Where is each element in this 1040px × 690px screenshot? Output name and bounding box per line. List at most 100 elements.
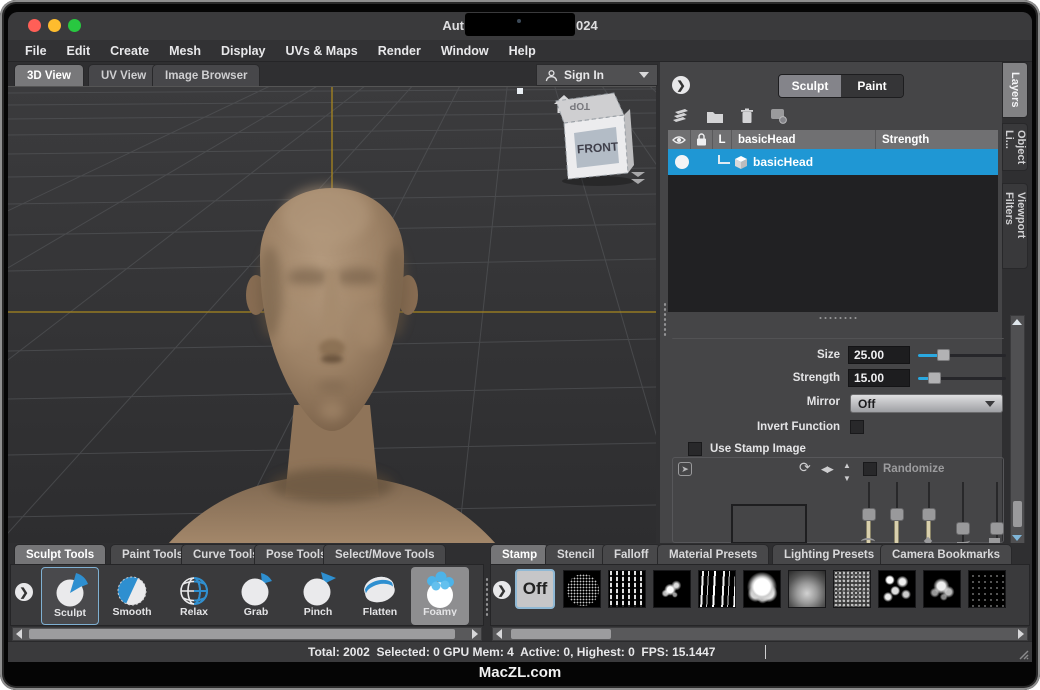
tool-pinch[interactable]: Pinch bbox=[289, 567, 347, 625]
blob-large-stamp[interactable] bbox=[743, 570, 781, 608]
layers-list-area[interactable] bbox=[668, 175, 998, 312]
layers-header-row[interactable]: L basicHead Strength bbox=[668, 130, 998, 149]
left-tray-scrollbar[interactable] bbox=[12, 627, 482, 641]
panel-expand-button[interactable]: ❯ bbox=[672, 76, 690, 94]
lock-column-label: L bbox=[713, 134, 731, 146]
tray-expand-button[interactable]: ❯ bbox=[15, 583, 33, 601]
randomize-checkbox[interactable] bbox=[863, 462, 877, 476]
tab-object-list-panel[interactable]: Object Li... bbox=[1002, 123, 1028, 171]
invert-function-label: Invert Function bbox=[720, 421, 840, 433]
tab-stencil[interactable]: Stencil bbox=[545, 544, 607, 564]
trash-icon[interactable] bbox=[740, 108, 754, 124]
tab-sculpt-mode[interactable]: Sculpt bbox=[779, 75, 841, 97]
flip-horizontal-icon[interactable]: ◀▶ bbox=[821, 463, 833, 476]
layer-visibility-dot[interactable] bbox=[675, 155, 689, 169]
tab-camera-bookmarks[interactable]: Camera Bookmarks bbox=[880, 544, 1012, 564]
sculpt-paint-switch: Sculpt Paint bbox=[778, 74, 904, 98]
panel-edge-handle[interactable] bbox=[663, 302, 667, 336]
panel-splitter-handle[interactable] bbox=[818, 316, 858, 320]
menu-window[interactable]: Window bbox=[441, 44, 489, 58]
tab-image-browser[interactable]: Image Browser bbox=[152, 64, 260, 86]
noise-fine-stamp[interactable] bbox=[833, 570, 871, 608]
speckle-circle-stamp[interactable] bbox=[563, 570, 601, 608]
tab-paint-mode[interactable]: Paint bbox=[841, 75, 903, 97]
viewport-3d[interactable]: TOP FRONT bbox=[8, 86, 656, 543]
menu-uvs-maps[interactable]: UVs & Maps bbox=[286, 44, 358, 58]
tab-uv-view[interactable]: UV View bbox=[88, 64, 159, 86]
relax-tool-icon bbox=[174, 570, 214, 610]
tab-layers-panel[interactable]: Layers bbox=[1002, 62, 1028, 118]
resize-grip-icon[interactable] bbox=[1017, 648, 1029, 660]
strength-value-field[interactable]: 15.00 bbox=[848, 369, 910, 387]
splatter-medium-stamp[interactable] bbox=[923, 570, 961, 608]
mirror-dropdown[interactable]: Off bbox=[850, 394, 1003, 413]
merge-layer-icon[interactable] bbox=[770, 108, 789, 124]
menu-edit[interactable]: Edit bbox=[67, 44, 91, 58]
menu-help[interactable]: Help bbox=[509, 44, 536, 58]
scroll-right-icon[interactable] bbox=[472, 629, 478, 639]
invert-function-checkbox[interactable] bbox=[850, 420, 864, 434]
tool-flatten[interactable]: Flatten bbox=[351, 567, 409, 625]
tab-material-presets[interactable]: Material Presets bbox=[657, 544, 769, 564]
tab-viewport-filters-panel[interactable]: Viewport Filters bbox=[1002, 183, 1028, 269]
right-tray-scrollbar[interactable] bbox=[492, 627, 1028, 641]
menu-render[interactable]: Render bbox=[378, 44, 421, 58]
soft-gradient-stamp[interactable] bbox=[788, 570, 826, 608]
flip-vertical-icon[interactable]: ▲▼ bbox=[843, 459, 851, 485]
rotate-stamp-icon[interactable]: ⟳ bbox=[799, 461, 811, 474]
layer-row-basichead[interactable]: basicHead bbox=[668, 149, 998, 175]
tool-smooth[interactable]: Smooth bbox=[103, 567, 161, 625]
tool-foamy[interactable]: Foamy bbox=[411, 567, 469, 625]
tool-sculpt[interactable]: Sculpt bbox=[41, 567, 99, 625]
menubar: File Edit Create Mesh Display UVs & Maps… bbox=[8, 40, 1032, 62]
viewcube-chevron-down-icon[interactable] bbox=[630, 171, 646, 186]
new-layer-icon[interactable] bbox=[672, 108, 690, 124]
random-position-slider[interactable] bbox=[921, 482, 937, 544]
scroll-up-icon[interactable] bbox=[1012, 319, 1022, 325]
scrollbar-thumb[interactable] bbox=[29, 629, 455, 639]
sculpt-tools-tray: ❯ Sculpt Smooth bbox=[10, 564, 484, 626]
splatter-small-stamp[interactable] bbox=[653, 570, 691, 608]
tab-sculpt-tools[interactable]: Sculpt Tools bbox=[14, 544, 106, 564]
properties-scrollbar[interactable] bbox=[1010, 315, 1025, 545]
tool-grab[interactable]: Grab bbox=[227, 567, 285, 625]
random-rotation-slider[interactable] bbox=[955, 482, 971, 544]
size-value-field[interactable]: 25.00 bbox=[848, 346, 910, 364]
tool-spray[interactable]: Spray bbox=[473, 567, 484, 625]
use-stamp-image-checkbox[interactable] bbox=[688, 442, 702, 456]
menu-file[interactable]: File bbox=[25, 44, 47, 58]
titlebar[interactable]: Aut024 bbox=[8, 12, 1032, 40]
tray-splitter-handle[interactable] bbox=[485, 577, 489, 617]
strength-slider[interactable] bbox=[918, 371, 1006, 385]
random-size-slider[interactable] bbox=[889, 482, 905, 544]
stamp-tray: ❯ Off bbox=[490, 564, 1030, 626]
menu-mesh[interactable]: Mesh bbox=[169, 44, 201, 58]
menu-display[interactable]: Display bbox=[221, 44, 265, 58]
scrollbar-thumb[interactable] bbox=[511, 629, 611, 639]
chunk-scatter-stamp[interactable] bbox=[878, 570, 916, 608]
tab-lighting-presets[interactable]: Lighting Presets bbox=[772, 544, 886, 564]
tab-stamp[interactable]: Stamp bbox=[490, 544, 549, 564]
scroll-right-icon[interactable] bbox=[1018, 629, 1024, 639]
tool-relax[interactable]: Relax bbox=[165, 567, 223, 625]
tab-3d-view[interactable]: 3D View bbox=[14, 64, 84, 86]
tab-falloff[interactable]: Falloff bbox=[602, 544, 661, 564]
speckle-sparse-stamp[interactable] bbox=[968, 570, 1006, 608]
plaid-grid-stamp[interactable] bbox=[608, 570, 646, 608]
size-slider[interactable] bbox=[918, 348, 1006, 362]
menu-create[interactable]: Create bbox=[110, 44, 149, 58]
scroll-left-icon[interactable] bbox=[496, 629, 502, 639]
sign-in-dropdown[interactable]: Sign In bbox=[536, 64, 658, 86]
import-image-icon[interactable]: ➤ bbox=[678, 462, 692, 476]
tray-expand-button[interactable]: ❯ bbox=[493, 581, 511, 599]
scroll-down-icon[interactable] bbox=[1012, 535, 1022, 541]
tab-select-move-tools[interactable]: Select/Move Tools bbox=[323, 544, 446, 564]
tool-trays: Sculpt Tools Paint Tools Curve Tools Pos… bbox=[8, 543, 1032, 641]
random-flip-slider[interactable] bbox=[989, 482, 1005, 544]
vertical-stripes-stamp[interactable] bbox=[698, 570, 736, 608]
stamp-off-button[interactable]: Off bbox=[515, 569, 555, 609]
random-strength-slider[interactable] bbox=[861, 482, 877, 544]
scrollbar-thumb[interactable] bbox=[1013, 501, 1022, 527]
scroll-left-icon[interactable] bbox=[16, 629, 22, 639]
folder-icon[interactable] bbox=[706, 109, 724, 124]
